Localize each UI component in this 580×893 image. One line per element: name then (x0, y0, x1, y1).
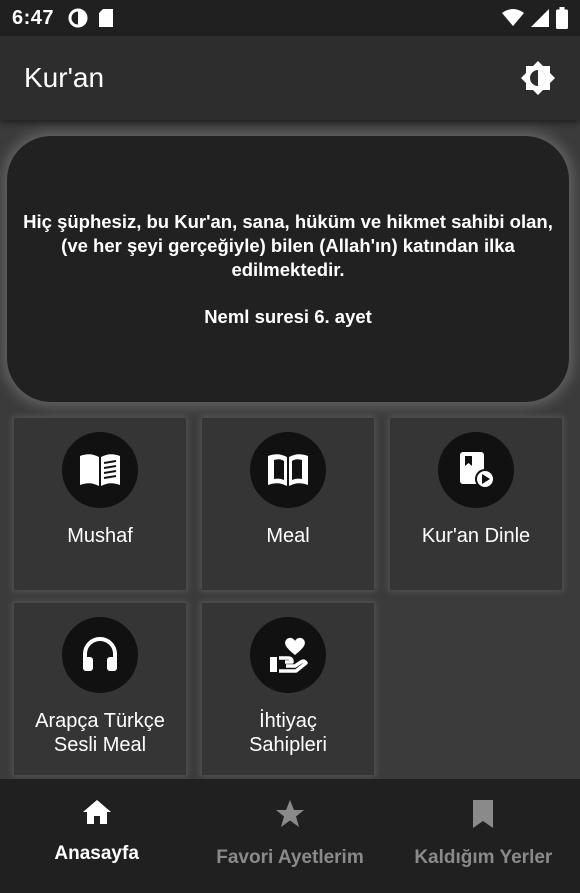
nav-label: Favori Ayetlerim (216, 847, 364, 868)
tile-mushaf[interactable]: Mushaf (14, 418, 186, 590)
app-bar: Kur'an (0, 36, 580, 120)
sd-card-icon (99, 9, 114, 27)
tile-ihtiyac-sahipleri[interactable]: İhtiyaç Sahipleri (202, 603, 374, 775)
bottom-navigation: Anasayfa Favori Ayetlerim Kaldığım Yerle… (0, 779, 580, 893)
signal-icon (531, 9, 549, 27)
nav-label: Anasayfa (54, 843, 139, 864)
tile-label: İhtiyaç Sahipleri (249, 710, 327, 756)
book-open-icon (268, 454, 308, 486)
verse-of-day-card: Hiç şüphesiz, bu Kur'an, sana, hüküm ve … (7, 136, 569, 402)
tile-label: Arapça Türkçe Sesli Meal (35, 710, 165, 756)
nav-item-kaldigim-yerler[interactable]: Kaldığım Yerler (387, 779, 580, 893)
status-bar: 6:47 (0, 0, 580, 36)
heart-hand-icon (270, 637, 308, 673)
home-icon (82, 800, 111, 824)
tile-sesli-meal[interactable]: Arapça Türkçe Sesli Meal (14, 603, 186, 775)
tile-kuran-dinle[interactable]: Kur'an Dinle (390, 418, 562, 590)
tile-label: Meal (266, 525, 310, 547)
wifi-icon (502, 9, 524, 26)
battery-icon (556, 7, 568, 29)
tile-icon-circle (62, 617, 138, 693)
tile-icon-circle (62, 432, 138, 508)
star-icon (275, 800, 304, 827)
play-book-icon (460, 452, 495, 489)
nav-label: Kaldığım Yerler (414, 847, 553, 868)
tile-meal[interactable]: Meal (202, 418, 374, 590)
bookmark-icon (473, 800, 494, 828)
nav-item-favori-ayetlerim[interactable]: Favori Ayetlerim (193, 779, 386, 893)
status-time: 6:47 (12, 6, 55, 29)
tile-label: Mushaf (67, 525, 133, 547)
verse-reference: Neml suresi 6. ayet (204, 306, 372, 327)
verse-text: Hiç şüphesiz, bu Kur'an, sana, hüküm ve … (23, 211, 553, 280)
status-system-icons (502, 7, 568, 29)
tile-icon-circle (250, 432, 326, 508)
book-open-text-icon (80, 454, 120, 486)
brightness-icon (521, 61, 555, 95)
status-notification-icons (68, 8, 114, 28)
headphones-icon (83, 637, 117, 671)
page-title: Kur'an (24, 62, 105, 93)
tile-icon-circle (438, 432, 514, 508)
data-saver-icon (68, 8, 88, 28)
tile-label: Kur'an Dinle (421, 525, 531, 547)
theme-toggle-button[interactable] (518, 58, 558, 98)
nav-item-anasayfa[interactable]: Anasayfa (0, 779, 193, 893)
tile-icon-circle (250, 617, 326, 693)
